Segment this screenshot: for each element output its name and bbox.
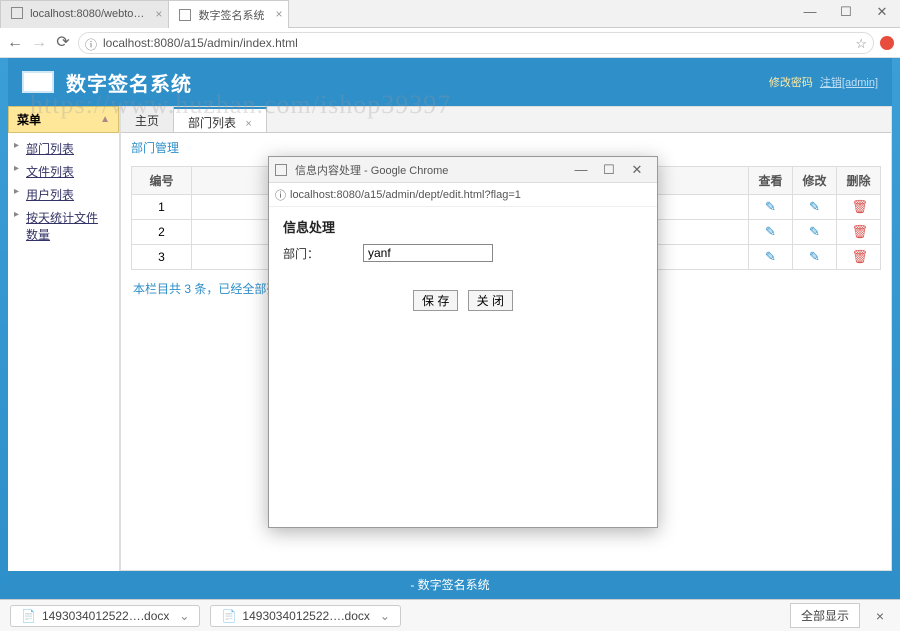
show-all-downloads-button[interactable]: 全部显示	[790, 603, 860, 628]
edit-icon[interactable]: ✎	[808, 250, 822, 264]
frame-edge-right	[892, 58, 900, 599]
accordion-title: 菜单	[17, 111, 41, 128]
maximize-button[interactable]: ☐	[828, 0, 864, 24]
col-id: 编号	[132, 167, 192, 195]
url-text: localhost:8080/a15/admin/index.html	[103, 36, 298, 50]
col-edit: 修改	[793, 167, 837, 195]
sidebar-item-files[interactable]: 文件列表	[8, 160, 119, 183]
dept-input[interactable]	[363, 244, 493, 262]
file-icon: 📄	[221, 609, 236, 623]
close-icon[interactable]: ×	[275, 7, 282, 21]
cell-id: 1	[132, 195, 192, 220]
info-icon: ⓘ	[85, 36, 97, 53]
sidebar-menu: 部门列表 文件列表 用户列表 按天统计文件数量	[8, 133, 119, 250]
popup-address-bar: ⓘ localhost:8080/a15/admin/dept/edit.htm…	[269, 183, 657, 207]
close-bar-button[interactable]: ×	[870, 608, 890, 624]
close-icon[interactable]: ×	[155, 7, 162, 21]
save-button[interactable]: 保 存	[413, 290, 458, 311]
popup-heading: 信息处理	[283, 217, 643, 236]
edit-icon[interactable]: ✎	[808, 200, 822, 214]
browser-tab-2[interactable]: 数字签名系统 ×	[168, 0, 289, 28]
page-icon	[179, 9, 191, 21]
file-icon: 📄	[21, 609, 36, 623]
popup-titlebar[interactable]: 信息内容处理 - Google Chrome — ☐ ✕	[269, 157, 657, 183]
window-controls: — ☐ ✕	[792, 0, 900, 24]
url-input[interactable]: ⓘ localhost:8080/a15/admin/index.html ☆	[78, 32, 874, 54]
header-links: 修改密码 注销[admin]	[769, 74, 878, 90]
tab-label: 主页	[135, 114, 159, 128]
cell-id: 3	[132, 245, 192, 270]
reload-button[interactable]: ⟳	[54, 34, 72, 52]
sidebar: 菜单 ▲ 部门列表 文件列表 用户列表 按天统计文件数量	[8, 106, 120, 571]
close-button[interactable]: ✕	[864, 0, 900, 24]
delete-icon[interactable]: 🗑	[852, 250, 866, 264]
forward-button[interactable]: →	[30, 34, 48, 52]
chevron-down-icon[interactable]: ⌄	[380, 609, 390, 623]
tab-title: localhost:8080/webto…	[30, 8, 144, 20]
dept-label: 部门：	[283, 245, 363, 262]
download-item[interactable]: 📄 1493034012522….docx ⌄	[210, 605, 400, 627]
back-button[interactable]: ←	[6, 34, 24, 52]
address-bar: ← → ⟳ ⓘ localhost:8080/a15/admin/index.h…	[0, 28, 900, 58]
info-icon: ⓘ	[275, 187, 286, 203]
sidebar-item-stats[interactable]: 按天统计文件数量	[8, 206, 119, 246]
col-delete: 删除	[837, 167, 881, 195]
download-filename: 1493034012522….docx	[242, 609, 369, 623]
sidebar-item-users[interactable]: 用户列表	[8, 183, 119, 206]
page-icon	[275, 164, 287, 176]
popup-body: 信息处理 部门： 保 存 关 闭	[269, 207, 657, 321]
cell-id: 2	[132, 220, 192, 245]
chevron-up-icon: ▲	[100, 114, 110, 125]
popup-close-button[interactable]: ✕	[623, 162, 651, 178]
browser-tab-strip: localhost:8080/webto… × 数字签名系统 × — ☐ ✕	[0, 0, 900, 28]
app-title: 数字签名系统	[66, 68, 192, 97]
delete-icon[interactable]: 🗑	[852, 225, 866, 239]
tab-title: 数字签名系统	[198, 10, 264, 22]
browser-tab-1[interactable]: localhost:8080/webto… ×	[0, 0, 169, 28]
minimize-button[interactable]: —	[792, 0, 828, 24]
sidebar-item-dept[interactable]: 部门列表	[8, 137, 119, 160]
app-footer: - 数字签名系统	[8, 571, 892, 599]
logout-link[interactable]: 注销[admin]	[820, 77, 878, 89]
edit-icon[interactable]: ✎	[808, 225, 822, 239]
popup-maximize-button[interactable]: ☐	[595, 162, 623, 178]
tab-label: 部门列表	[188, 116, 236, 130]
tab-home[interactable]: 主页	[121, 107, 174, 132]
view-icon[interactable]: ✎	[764, 250, 778, 264]
view-icon[interactable]: ✎	[764, 200, 778, 214]
star-icon[interactable]: ☆	[855, 36, 867, 52]
tab-dept-list[interactable]: 部门列表 ×	[174, 107, 267, 132]
main-tabs: 主页 部门列表 ×	[121, 107, 891, 133]
download-filename: 1493034012522….docx	[42, 609, 169, 623]
popup-window-title: 信息内容处理 - Google Chrome	[295, 162, 448, 178]
extension-icon[interactable]	[880, 36, 894, 50]
form-row-dept: 部门：	[283, 244, 643, 262]
close-button[interactable]: 关 闭	[468, 290, 513, 311]
close-icon[interactable]: ×	[245, 118, 251, 130]
page-icon	[11, 7, 23, 19]
popup-minimize-button[interactable]: —	[567, 162, 595, 177]
logo-icon	[22, 71, 54, 93]
download-item[interactable]: 📄 1493034012522….docx ⌄	[10, 605, 200, 627]
frame-edge-left	[0, 58, 8, 599]
view-icon[interactable]: ✎	[764, 225, 778, 239]
delete-icon[interactable]: 🗑	[852, 200, 866, 214]
popup-url: localhost:8080/a15/admin/dept/edit.html?…	[290, 189, 521, 201]
app-header: 数字签名系统 修改密码 注销[admin]	[8, 58, 892, 106]
col-view: 查看	[749, 167, 793, 195]
download-bar: 📄 1493034012522….docx ⌄ 📄 1493034012522……	[0, 599, 900, 631]
chevron-down-icon[interactable]: ⌄	[179, 609, 189, 623]
edit-popup-window: 信息内容处理 - Google Chrome — ☐ ✕ ⓘ localhost…	[268, 156, 658, 528]
change-password-link[interactable]: 修改密码	[769, 77, 813, 89]
sidebar-accordion-header[interactable]: 菜单 ▲	[8, 106, 119, 133]
popup-button-row: 保 存 关 闭	[283, 290, 643, 311]
